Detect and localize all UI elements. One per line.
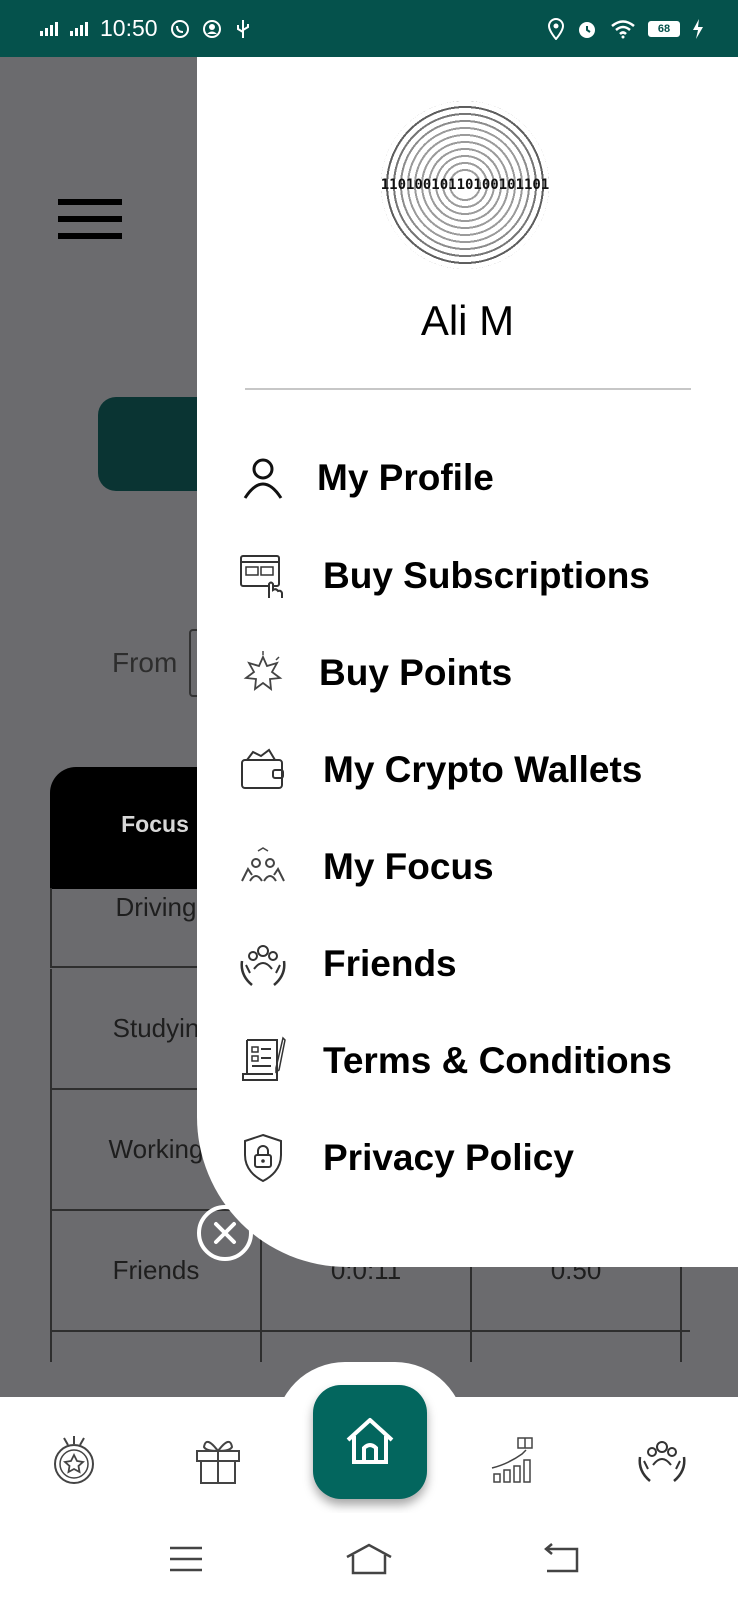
home-outline-icon: [346, 1543, 392, 1575]
badge-icon: [54, 1436, 94, 1484]
recents-button[interactable]: [160, 1533, 212, 1585]
signal-icon: [40, 21, 58, 36]
menu-item-my-profile[interactable]: My Profile: [237, 448, 494, 508]
status-left: 10:50: [40, 15, 252, 42]
location-icon: [548, 17, 564, 40]
table-cell-focus: [52, 1332, 262, 1362]
menu-item-my-focus[interactable]: My Focus: [237, 837, 494, 897]
friends-icon: [638, 1441, 686, 1482]
home-icon: [346, 1418, 394, 1464]
table-cell-time: [262, 1332, 472, 1362]
menu-item-label: My Focus: [323, 846, 494, 887]
privacy-icon: [237, 1132, 289, 1184]
menu-item-privacy-policy[interactable]: Privacy Policy: [237, 1128, 574, 1188]
menu-item-buy-points[interactable]: Buy Points: [237, 643, 512, 703]
close-icon: [214, 1222, 236, 1244]
menu-item-label: Terms & Conditions: [323, 1040, 672, 1081]
avatar[interactable]: 0110101001101010110100101101001011010101…: [381, 101, 549, 269]
nav-badge-button[interactable]: [46, 1432, 102, 1488]
table-cell-points: [472, 1332, 682, 1362]
wallet-icon: [237, 744, 289, 796]
table-row: [50, 1332, 690, 1362]
alarm-icon: [579, 21, 595, 38]
whatsapp-icon: [170, 19, 189, 38]
navigation-drawer: 0110101001101010110100101101001011010101…: [197, 57, 738, 1267]
recents-icon: [170, 1546, 202, 1572]
nav-stats-button[interactable]: [488, 1432, 544, 1488]
gift-icon: [196, 1440, 240, 1484]
divider: [245, 388, 691, 390]
nav-friends-button[interactable]: [634, 1432, 690, 1488]
menu-item-terms-conditions[interactable]: Terms & Conditions: [237, 1031, 672, 1091]
points-icon: [237, 647, 289, 699]
profile-name: Ali M: [420, 297, 515, 344]
home-system-button[interactable]: [343, 1533, 395, 1585]
menu-item-label: My Crypto Wallets: [323, 749, 643, 790]
status-bar: 10:50 68: [0, 0, 738, 57]
focus-icon: [237, 841, 289, 893]
subscription-icon: [237, 550, 289, 602]
stats-icon: [491, 1437, 533, 1483]
terms-icon: [237, 1035, 289, 1087]
signal-icon: [70, 21, 88, 36]
status-right: 68: [548, 17, 704, 40]
system-navigation-bar: [0, 1513, 738, 1600]
account-icon: [202, 19, 221, 38]
menu-item-label: Buy Subscriptions: [323, 555, 650, 596]
close-drawer-button[interactable]: [197, 1205, 253, 1261]
nav-home-button[interactable]: [313, 1385, 427, 1499]
charging-icon: [693, 18, 703, 39]
menu-item-buy-subscriptions[interactable]: Buy Subscriptions: [237, 546, 650, 606]
menu-item-my-crypto-wallets[interactable]: My Crypto Wallets: [237, 740, 642, 800]
nav-gift-button[interactable]: [190, 1432, 246, 1488]
user-icon: [237, 452, 289, 504]
battery-icon: 68: [648, 20, 680, 37]
menu-item-label: My Profile: [317, 457, 494, 498]
status-time: 10:50: [100, 15, 158, 41]
menu-icon[interactable]: [58, 199, 122, 250]
menu-item-label: Friends: [323, 943, 457, 984]
wifi-icon: [611, 19, 635, 38]
menu-item-label: Privacy Policy: [323, 1137, 574, 1178]
menu-item-label: Buy Points: [319, 652, 513, 693]
usb-icon: [236, 19, 249, 38]
from-label: From: [112, 647, 178, 678]
menu-item-friends[interactable]: Friends: [237, 934, 457, 994]
back-button[interactable]: [536, 1533, 588, 1585]
back-icon: [544, 1543, 579, 1573]
avatar-pattern: 0110101001101010110100101101001011010101…: [381, 101, 549, 269]
friends-icon: [237, 938, 289, 990]
